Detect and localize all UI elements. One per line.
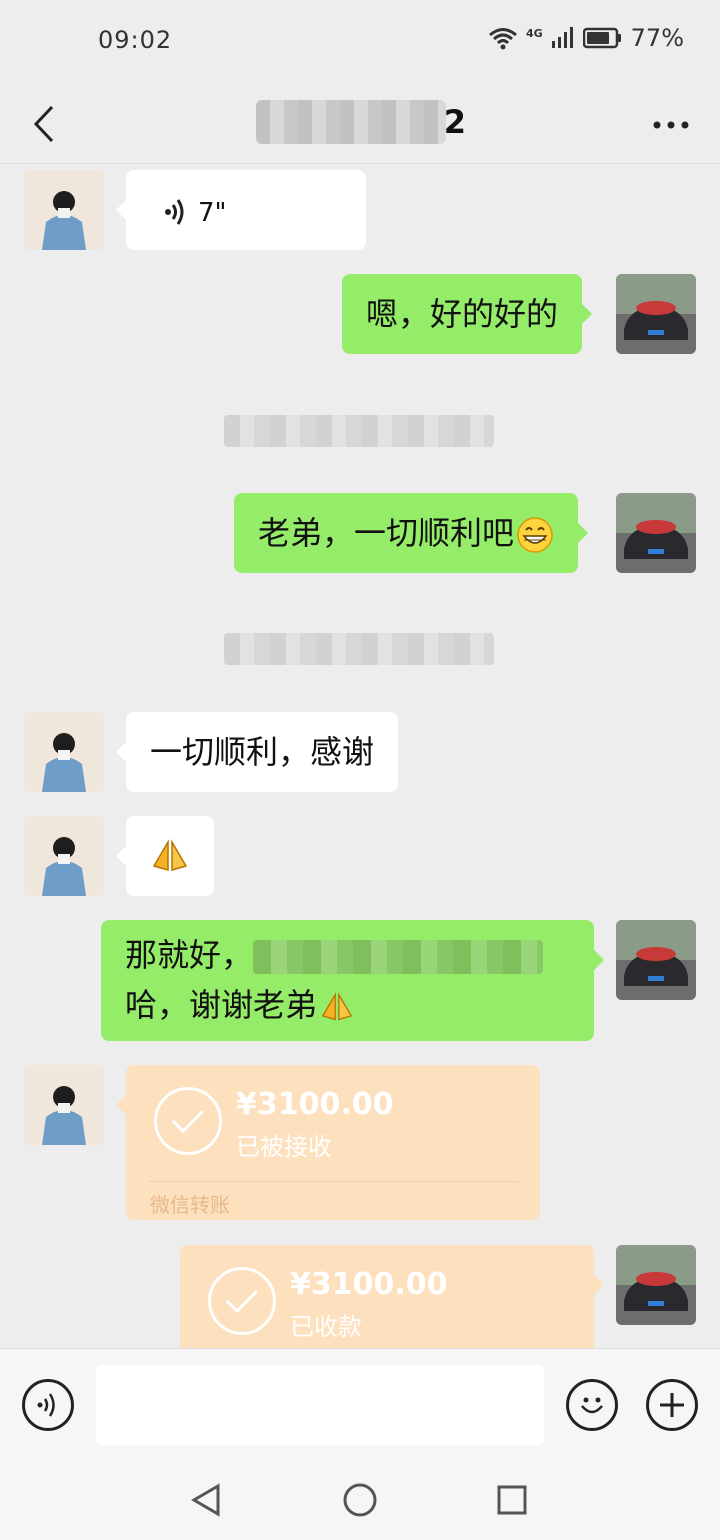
redacted-timestamp — [224, 415, 494, 447]
voice-input-toggle[interactable] — [22, 1379, 74, 1431]
ellipsis-icon — [653, 121, 689, 129]
check-circle-icon — [154, 1087, 222, 1155]
system-home-button[interactable] — [340, 1480, 380, 1520]
system-navigation-bar — [0, 1462, 720, 1540]
voice-duration: 7" — [198, 198, 227, 228]
car-photo — [616, 493, 696, 573]
transfer-card[interactable]: ¥3100.00 已收款 — [180, 1245, 604, 1348]
system-back-button[interactable] — [186, 1480, 226, 1520]
voice-wave-icon — [37, 1393, 55, 1417]
voice-wave-icon — [165, 199, 184, 225]
transfer-card[interactable]: ¥3100.00 已被接收 微信转账 — [116, 1065, 540, 1220]
my-message-bubble[interactable]: 嗯，好的好的 — [342, 274, 593, 354]
voice-message-bubble[interactable]: 7" — [116, 170, 366, 250]
transfer-footer: 微信转账 — [150, 1193, 230, 1217]
redacted-name — [256, 100, 446, 144]
chat-title: 2 — [256, 98, 466, 146]
network-type-label: 4G — [525, 26, 543, 40]
transfer-amount: ¥3100.00 — [290, 1267, 448, 1302]
my-avatar[interactable] — [616, 1245, 696, 1325]
divider — [148, 1181, 518, 1182]
message-text: 一切顺利，感谢 — [150, 733, 375, 771]
plus-circle-icon — [660, 1393, 684, 1417]
car-photo — [616, 1245, 696, 1325]
battery-percent: 77% — [630, 24, 684, 52]
car-photo — [616, 274, 696, 354]
redacted-timestamp — [224, 633, 494, 665]
person-illustration — [24, 1065, 104, 1145]
person-illustration — [24, 712, 104, 792]
chat-header: 2 — [0, 84, 720, 164]
my-avatar[interactable] — [616, 274, 696, 354]
redacted-text — [253, 940, 544, 974]
contact-avatar[interactable] — [24, 712, 104, 792]
my-avatar[interactable] — [616, 920, 696, 1000]
contact-emoji-bubble[interactable] — [116, 816, 214, 896]
system-recents-button[interactable] — [492, 1480, 532, 1520]
my-avatar[interactable] — [616, 493, 696, 573]
person-illustration — [24, 170, 104, 250]
status-time: 09:02 — [98, 26, 173, 54]
transfer-status: 已收款 — [290, 1313, 362, 1341]
more-functions-button[interactable] — [646, 1379, 698, 1431]
pray-hands-icon — [321, 992, 353, 1021]
circle-home-icon — [343, 1483, 377, 1517]
my-message-bubble[interactable]: 老弟，一切顺利吧 — [234, 493, 589, 573]
contact-avatar[interactable] — [24, 816, 104, 896]
grin-emoji-icon — [517, 517, 553, 553]
message-input[interactable] — [96, 1365, 544, 1445]
transfer-amount: ¥3100.00 — [236, 1087, 394, 1122]
smiley-icon — [581, 1397, 603, 1414]
triangle-back-icon — [191, 1483, 220, 1517]
message-text-start: 那就好， — [125, 936, 254, 974]
person-illustration — [24, 816, 104, 896]
check-circle-icon — [208, 1267, 276, 1335]
input-bar — [0, 1348, 720, 1462]
message-list[interactable]: 7" 嗯，好的好的 老弟，一切顺利吧 一切顺利，感谢 那就好， 哈，谢谢老弟 ¥… — [0, 165, 720, 1348]
pray-hands-icon — [152, 839, 188, 871]
car-photo — [616, 920, 696, 1000]
chevron-left-icon — [33, 105, 54, 143]
emoji-button[interactable] — [566, 1379, 618, 1431]
back-button[interactable] — [24, 96, 64, 152]
wifi-icon — [489, 28, 517, 50]
chat-title-suffix: 2 — [443, 103, 466, 141]
square-recents-icon — [497, 1485, 527, 1515]
message-text: 嗯，好的好的 — [366, 295, 559, 333]
signal-icon — [551, 27, 573, 48]
status-indicators: 4G 77% — [488, 24, 684, 52]
status-bar: 09:02 4G 77% — [0, 0, 720, 84]
battery-icon — [582, 27, 621, 49]
more-options-button[interactable] — [646, 100, 696, 150]
message-text: 老弟，一切顺利吧 — [258, 514, 515, 552]
contact-message-bubble[interactable]: 一切顺利，感谢 — [115, 712, 399, 792]
transfer-status: 已被接收 — [236, 1133, 332, 1161]
contact-avatar[interactable] — [24, 170, 104, 250]
contact-avatar[interactable] — [24, 1065, 104, 1145]
my-message-bubble[interactable]: 那就好， 哈，谢谢老弟 — [101, 920, 604, 1041]
message-text-end: 哈，谢谢老弟 — [125, 986, 318, 1024]
